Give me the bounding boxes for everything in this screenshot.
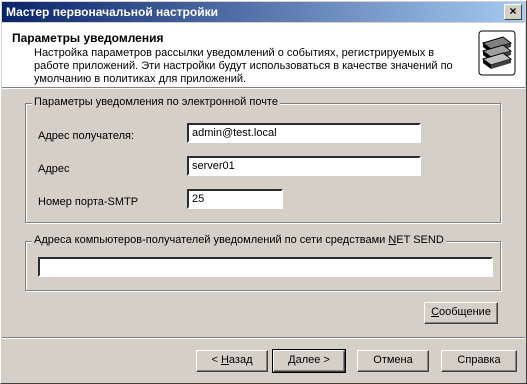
help-button[interactable]: Справка	[441, 350, 517, 372]
cancel-button[interactable]: Отмена	[357, 350, 429, 372]
recipient-label: Адрес получателя:	[38, 130, 135, 142]
address-label: Адрес	[38, 163, 70, 175]
smtp-port-input[interactable]: 25	[187, 189, 283, 209]
message-accesskey: С	[431, 306, 440, 318]
message-label-post: ообщение	[439, 306, 491, 318]
netsend-group-legend: Адреса компьютеров-получателей уведомлен…	[32, 234, 446, 246]
wizard-header: Параметры уведомления Настройка параметр…	[2, 23, 525, 87]
header-title: Параметры уведомления	[12, 31, 164, 45]
smtp-port-label: Номер порта-SMTP	[38, 196, 139, 208]
back-accesskey: Н	[220, 354, 229, 366]
window-title: Мастер первоначальной настройки	[6, 5, 218, 19]
header-description: Настройка параметров рассылки уведомлени…	[34, 47, 453, 85]
back-label-pre: <	[211, 354, 221, 366]
back-button[interactable]: < Назад	[196, 350, 268, 372]
footer-separator	[2, 337, 525, 339]
message-button[interactable]: Сообщение	[424, 302, 498, 324]
recipient-address-input[interactable]: admin@test.local	[187, 123, 421, 143]
next-button[interactable]: Далее >	[272, 349, 346, 373]
netsend-addresses-input[interactable]	[38, 257, 493, 277]
title-bar[interactable]: Мастер первоначальной настройки ×	[2, 2, 525, 22]
close-button[interactable]: ×	[504, 4, 522, 20]
next-accesskey: Д	[288, 354, 296, 366]
books-stack-icon	[478, 30, 516, 76]
server-address-input[interactable]: server01	[187, 156, 421, 176]
wizard-window: Мастер первоначальной настройки × Параме…	[0, 0, 527, 384]
back-label-post: азад	[228, 354, 253, 366]
next-label-post: алее >	[295, 354, 330, 366]
header-separator	[2, 87, 525, 89]
netsend-legend-part: Адреса компьютеров-получателей уведомлен…	[34, 234, 389, 246]
netsend-legend-part2: ET SEND	[396, 234, 444, 246]
email-group-legend: Параметры уведомления по электронной поч…	[32, 96, 280, 108]
